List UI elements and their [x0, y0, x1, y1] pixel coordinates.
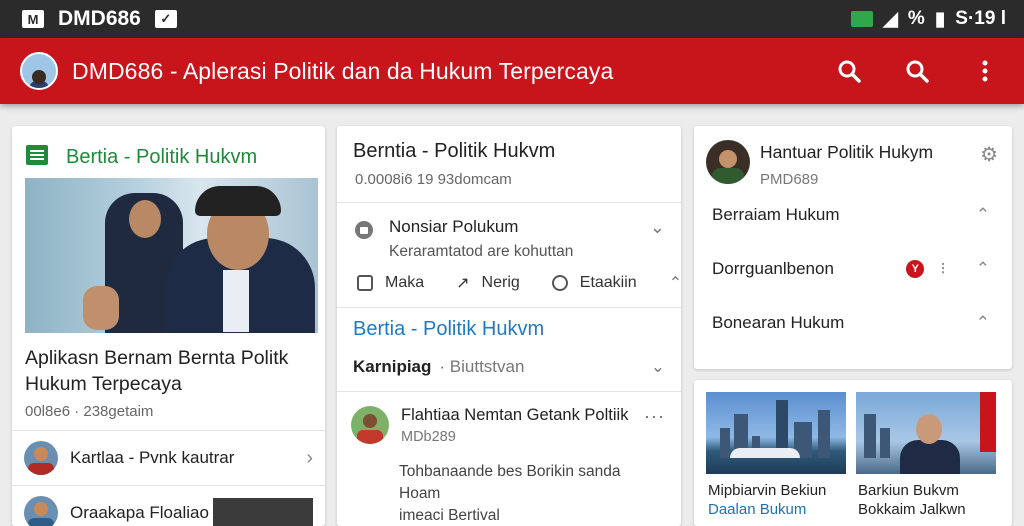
media-card: Mipbiarvin Bekiun Barkiun Bukvm Daalan B… [694, 380, 1012, 526]
item-sublabel: · Biuttstvan [439, 357, 525, 376]
avatar [24, 441, 58, 475]
hero-image[interactable] [25, 178, 318, 333]
chevron-right-icon[interactable]: › [306, 447, 313, 470]
chevron-up-icon[interactable]: ⌃ [976, 313, 990, 333]
list-item[interactable]: Kartlaa - Pvnk kautrar › [12, 441, 325, 475]
avatar [24, 496, 58, 526]
item-label: Karnipiag [353, 357, 432, 376]
item-title: Nonsiar Polukum [389, 217, 519, 236]
thumbnail-caption[interactable]: Mipbiarvin Bekiun [708, 482, 848, 499]
feed-body-line: imeaci Bertival [399, 507, 500, 524]
search-icon[interactable] [836, 58, 862, 84]
youtube-badge-icon: Y [906, 260, 925, 278]
notification-icon: M [22, 10, 44, 28]
signal-icon: ◢ [883, 8, 898, 30]
chevron-up-icon[interactable]: ⌃ [669, 273, 681, 293]
comment-icon [355, 221, 373, 239]
status-bar: M DMD686 ✓ ◢ % ▮ S·19 l [0, 0, 1024, 38]
like-button[interactable]: Maka [357, 274, 424, 292]
card-subtitle: PMD689 [760, 171, 819, 188]
list-item-label: Oraakapa Floaliao [70, 503, 209, 522]
comment-button[interactable]: Etaakiin [551, 274, 637, 292]
chevron-down-icon[interactable]: ⌄ [650, 217, 665, 261]
share-icon: ↗ [456, 275, 470, 292]
chat-icon [551, 275, 568, 291]
card-meta: 0.0008i6 19 93domcam [355, 171, 512, 188]
thumbnail-image[interactable] [706, 392, 846, 474]
item-subtitle: Keraramtatod are kohuttan [389, 243, 574, 260]
list-item[interactable]: Berraiam Hukum ⌃ [694, 188, 1012, 242]
thumbnail-caption[interactable]: Barkiun Bukvm [858, 482, 998, 499]
feed-title: Flahtiaa Nemtan Getank Poltiik [401, 406, 629, 424]
chevron-up-icon[interactable]: ⌃ [976, 205, 990, 225]
app-bar: DMD686 - Aplerasi Politik dan da Hukum T… [0, 38, 1024, 104]
feed-meta: MDb289 [401, 429, 456, 445]
more-vert-icon[interactable] [972, 58, 998, 84]
message-icon [357, 275, 373, 291]
list-item-label: Dorrguanlbenon [712, 259, 834, 278]
avatar [351, 406, 389, 444]
news-card-2[interactable]: Berntia - Politik Hukvm 0.0008i6 19 93do… [337, 126, 681, 526]
check-icon: ✓ [154, 10, 177, 28]
search-icon[interactable] [904, 58, 930, 84]
app-title: DMD686 - Aplerasi Politik dan da Hukum T… [72, 57, 614, 84]
article-meta: 00l8e6 · 238getaim [25, 403, 154, 420]
thumbnail-image[interactable] [213, 498, 313, 526]
battery-saver-icon [851, 11, 874, 27]
list-item-label: Berraiam Hukum [712, 205, 840, 224]
feed-body-line: Tohbanaande bes Borikin sanda Hoam [399, 463, 621, 502]
battery-percent: % [907, 8, 925, 29]
avatar[interactable] [706, 140, 750, 184]
status-time: S·19 l [955, 8, 1006, 29]
list-item[interactable]: Nonsiar Polukum Keraramtatod are kohutta… [337, 213, 681, 261]
sidebar-card: Hantuar Politik Hukym PMD689 ⚙ Berraiam … [694, 126, 1012, 369]
list-item-label: Kartlaa - Pvnk kautrar [70, 448, 235, 467]
list-item[interactable]: Karnipiag · Biuttstvan ⌄ [337, 341, 681, 377]
card-title: Hantuar Politik Hukym [760, 142, 934, 162]
list-item-label: Bonearan Hukum [712, 313, 845, 332]
list-item[interactable]: Bonearan Hukum ⌃ [694, 296, 1012, 350]
more-horiz-icon[interactable]: ··· [644, 406, 665, 445]
settings-icon[interactable]: ⚙ [980, 142, 998, 167]
list-item[interactable]: Dorrguanlbenon Y ⁝ ⌃ [694, 242, 1012, 296]
thumbnail-subcaption[interactable]: Bokkaim Jalkwn [858, 501, 998, 518]
list-item[interactable]: Oraakapa Floaliao [12, 496, 325, 526]
battery-icon: ▮ [934, 8, 946, 30]
status-app-name: DMD686 [58, 7, 141, 30]
section-title[interactable]: Bertia - Politik Hukvm [337, 318, 681, 341]
share-button[interactable]: ↗ Nerig [456, 273, 520, 293]
article-headline[interactable]: Aplikasn Bernam Bernta Politk Hukum Terp… [12, 333, 325, 397]
chevron-up-icon[interactable]: ⌃ [976, 259, 990, 279]
feed-item[interactable]: Flahtiaa Nemtan Getank Poltiik MDb289 ··… [337, 392, 681, 445]
news-card-1[interactable]: Bertia - Politik Hukvm Aplikasn Bernam B… [12, 126, 325, 526]
thumbnail-subcaption[interactable]: Daalan Bukum [708, 501, 848, 518]
thumbnail-image[interactable] [856, 392, 996, 474]
chevron-down-icon[interactable]: ⌄ [651, 357, 665, 377]
card-title: Berntia - Politik Hukvm [353, 140, 556, 162]
list-icon [26, 144, 48, 170]
avatar[interactable] [20, 52, 58, 90]
more-vert-icon[interactable]: ⁝ [940, 259, 945, 279]
card-title: Bertia - Politik Hukvm [66, 145, 258, 168]
